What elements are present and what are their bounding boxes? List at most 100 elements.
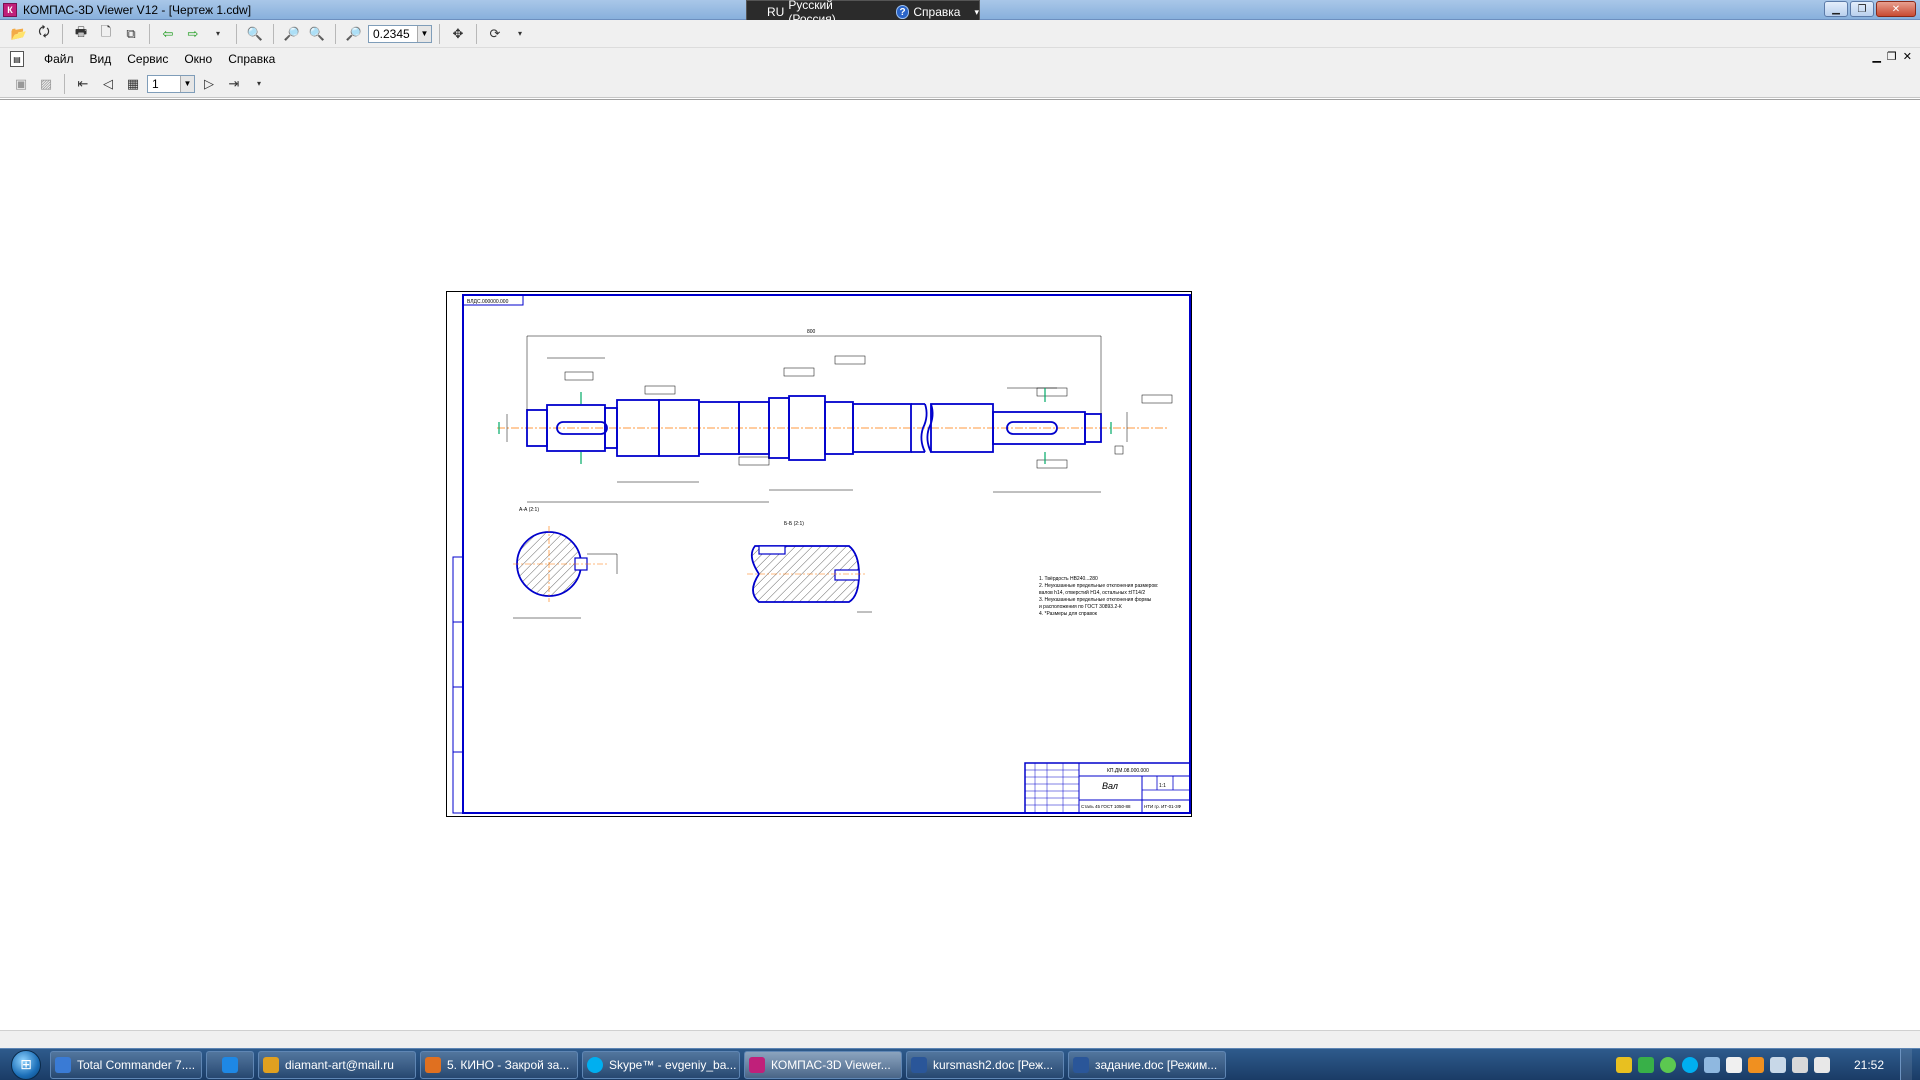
- note-line: 1. Твёрдость HB240...280: [1039, 576, 1098, 582]
- arrow-left-icon[interactable]: ⇦: [157, 23, 179, 45]
- last-page-icon[interactable]: ⇥: [223, 73, 245, 95]
- help-icon[interactable]: ?: [895, 5, 910, 19]
- zoom-combobox[interactable]: 0.2345 ▼: [368, 24, 432, 43]
- task-label: задание.doc [Режим...: [1095, 1057, 1218, 1072]
- task-label: 5. КИНО - Закрой за...: [447, 1057, 570, 1072]
- close-button[interactable]: ✕: [1876, 1, 1916, 17]
- task-media-player[interactable]: 5. КИНО - Закрой за...: [420, 1050, 578, 1079]
- total-commander-icon: [55, 1056, 71, 1073]
- task-kompas[interactable]: КОМПАС-3D Viewer...: [744, 1050, 902, 1079]
- section-b-view: [747, 545, 872, 613]
- main-toolbar: 📂 🗘 🖶 🗋 ⧉ ⇦ ⇨ ▾ 🔍 🔎 🔍 🔎 0.2345 ▼ ✥ ⟳ ▾: [0, 20, 1920, 48]
- dimension-lines: [506, 335, 1128, 503]
- task-label: Total Commander 7....: [77, 1057, 196, 1072]
- task-label: diamant-art@mail.ru: [285, 1057, 394, 1072]
- menu-bar: ▤ Файл Вид Сервис Окно Справка: [0, 48, 1920, 70]
- chevron-down-icon[interactable]: ▼: [180, 75, 194, 92]
- display-icon[interactable]: [1703, 1057, 1720, 1073]
- toolbar-separator: [64, 73, 65, 94]
- note-line: 2. Неуказанные предельные отклонения раз…: [1039, 583, 1158, 589]
- toolbar-separator: [476, 23, 477, 44]
- volume-icon[interactable]: [1813, 1057, 1830, 1073]
- prev-page-icon[interactable]: ◁: [97, 73, 119, 95]
- menu-help[interactable]: Справка: [220, 52, 283, 66]
- copy-icon[interactable]: ⧉: [120, 23, 142, 45]
- toolbar-separator: [149, 23, 150, 44]
- doc-minimize-button[interactable]: ▁: [1872, 50, 1880, 63]
- task-internet-explorer[interactable]: [206, 1050, 254, 1079]
- menu-file[interactable]: Файл: [36, 52, 82, 66]
- pan-icon[interactable]: ✥: [447, 23, 469, 45]
- zoom-scale-icon[interactable]: 🔎: [343, 23, 365, 45]
- taskbar-clock[interactable]: 21:52: [1854, 1058, 1884, 1072]
- network-icon[interactable]: [1769, 1057, 1786, 1073]
- maximize-button[interactable]: ❐: [1850, 1, 1874, 17]
- status-bar: [0, 1030, 1920, 1048]
- kompas-icon: [749, 1056, 765, 1073]
- drawing-sheet[interactable]: ВЛДС.000000.000 800 А-А (2:1) Б-Б (2:1) …: [446, 291, 1192, 817]
- layers-icon[interactable]: ▨: [35, 73, 57, 95]
- speaker-icon[interactable]: [1791, 1057, 1808, 1073]
- kompas-app-icon[interactable]: К: [3, 2, 17, 17]
- task-label: kursmash2.doc [Реж...: [933, 1057, 1054, 1072]
- menu-view[interactable]: Вид: [82, 52, 120, 66]
- zoom-window-icon[interactable]: 🔍: [244, 23, 266, 45]
- first-page-icon[interactable]: ⇤: [72, 73, 94, 95]
- zoom-value[interactable]: 0.2345: [369, 27, 417, 41]
- mail-agent-icon: [263, 1056, 279, 1073]
- print-icon[interactable]: 🖶: [70, 23, 92, 45]
- section-a-label: А-А (2:1): [519, 507, 539, 513]
- flag-icon[interactable]: [1725, 1057, 1742, 1073]
- task-total-commander[interactable]: Total Commander 7....: [50, 1050, 202, 1079]
- refresh-icon[interactable]: ⟳: [484, 23, 506, 45]
- note-line: валов h14, отверстий H14, остальных ±IT1…: [1039, 589, 1145, 596]
- icq-icon[interactable]: [1659, 1057, 1676, 1073]
- help-label[interactable]: Справка: [913, 5, 960, 19]
- page-value[interactable]: 1: [148, 77, 180, 91]
- zoom-out-icon[interactable]: 🔍: [306, 23, 328, 45]
- chevron-down-icon[interactable]: ▾: [974, 7, 979, 18]
- print-preview-icon[interactable]: 🗋: [95, 23, 117, 45]
- task-skype[interactable]: Skype™ - evgeniy_ba...: [582, 1050, 740, 1079]
- reopen-icon[interactable]: 🗘: [33, 23, 55, 45]
- side-stamp: [452, 556, 464, 814]
- task-word-zadanie[interactable]: задание.doc [Режим...: [1068, 1050, 1226, 1079]
- menu-service[interactable]: Сервис: [119, 52, 176, 66]
- all-pages-icon[interactable]: ▦: [122, 73, 144, 95]
- minimize-button[interactable]: ▁: [1824, 1, 1848, 17]
- lightning-icon[interactable]: [1615, 1057, 1632, 1073]
- show-desktop-button[interactable]: [1900, 1049, 1912, 1080]
- language-code[interactable]: RU: [767, 5, 784, 19]
- task-word-kursmash[interactable]: kursmash2.doc [Реж...: [906, 1050, 1064, 1079]
- section-b-label: Б-Б (2:1): [784, 521, 804, 527]
- drawing-workspace[interactable]: ВЛДС.000000.000 800 А-А (2:1) Б-Б (2:1) …: [0, 99, 1920, 1030]
- start-button[interactable]: ⊞: [6, 1049, 46, 1080]
- technical-notes: 1. Твёрдость HB240...280 2. Неуказанные …: [1039, 576, 1158, 617]
- page-combobox[interactable]: 1 ▼: [147, 74, 195, 93]
- doc-close-button[interactable]: ✕: [1903, 50, 1912, 63]
- update-icon[interactable]: [1747, 1057, 1764, 1073]
- title-block: КП.ДМ.08.000.000 Вал 1:1 Сталь 45 ГОСТ 1…: [1024, 762, 1191, 814]
- layer-icon[interactable]: ▣: [10, 73, 32, 95]
- next-page-icon[interactable]: ▷: [198, 73, 220, 95]
- chevron-down-icon[interactable]: ▼: [417, 25, 431, 42]
- doc-restore-button[interactable]: ❐: [1887, 50, 1897, 63]
- chevron-down-icon[interactable]: ▾: [207, 23, 229, 45]
- task-mail[interactable]: diamant-art@mail.ru: [258, 1050, 416, 1079]
- window-title: КОМПАС-3D Viewer V12 - [Чертеж 1.cdw]: [23, 2, 252, 17]
- page-toolbar: ▣ ▨ ⇤ ◁ ▦ 1 ▼ ▷ ⇥ ▾: [0, 70, 1920, 98]
- windows-logo-icon: ⊞: [11, 1049, 41, 1080]
- zoom-in-icon[interactable]: 🔎: [281, 23, 303, 45]
- note-line: 4. *Размеры для справок: [1039, 611, 1098, 617]
- open-folder-icon[interactable]: 📂: [8, 23, 30, 45]
- document-icon[interactable]: ▤: [10, 51, 24, 67]
- document-window-controls: ▁ ❐ ✕: [1872, 50, 1912, 63]
- media-player-icon: [425, 1056, 441, 1073]
- menu-window[interactable]: Окно: [176, 52, 220, 66]
- arrow-right-icon[interactable]: ⇨: [182, 23, 204, 45]
- top-stamp-text: ВЛДС.000000.000: [467, 299, 509, 305]
- shield-icon[interactable]: [1637, 1057, 1654, 1073]
- skype-tray-icon[interactable]: [1681, 1057, 1698, 1073]
- chevron-down-icon[interactable]: ▾: [248, 73, 270, 95]
- chevron-down-icon[interactable]: ▾: [509, 23, 531, 45]
